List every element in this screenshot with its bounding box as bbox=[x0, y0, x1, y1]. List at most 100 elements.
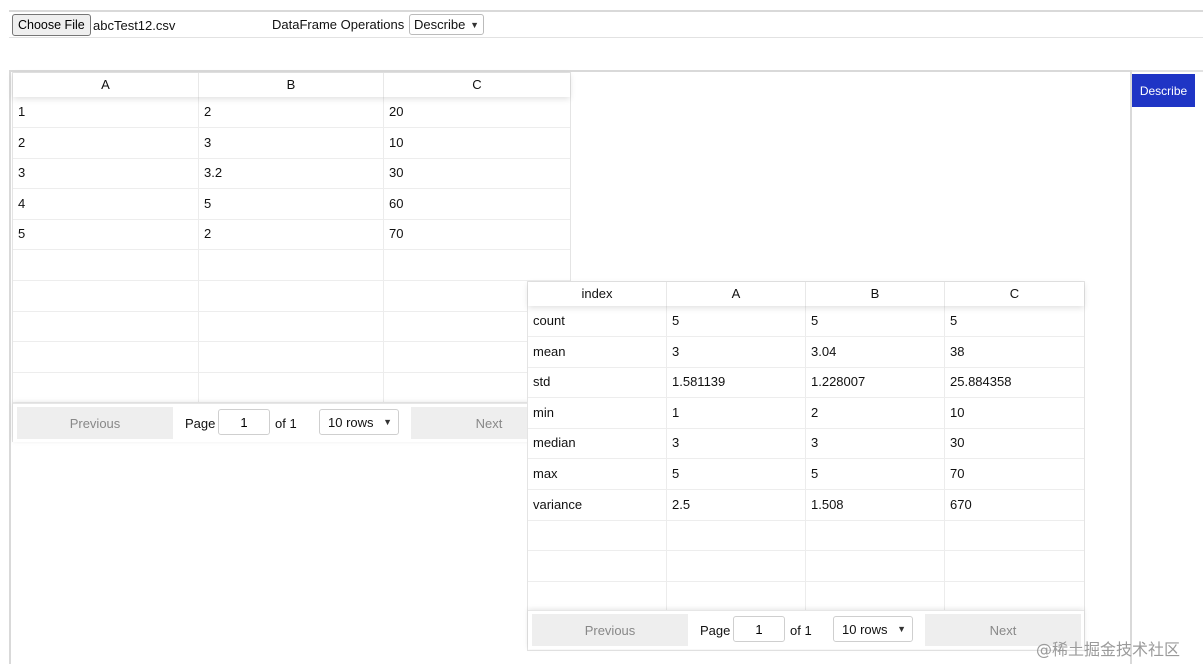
column-header-c[interactable]: C bbox=[384, 73, 570, 97]
table-cell: 38 bbox=[950, 343, 965, 359]
table-cell: mean bbox=[528, 336, 667, 367]
column-header-b[interactable]: B bbox=[199, 73, 384, 97]
table-cell: 3 bbox=[13, 158, 199, 189]
table-cell: 10 bbox=[950, 404, 965, 420]
column-header-a[interactable]: A bbox=[667, 282, 806, 306]
table-cell: 5 bbox=[199, 188, 384, 219]
table-cell: 670 bbox=[950, 496, 972, 512]
table-cell bbox=[13, 311, 199, 342]
table-cell bbox=[806, 581, 945, 612]
column-header-a[interactable]: A bbox=[13, 73, 199, 97]
file-toolbar: Choose File abcTest12.csv DataFrame Oper… bbox=[9, 10, 1203, 38]
table-row: 5 2 70 bbox=[13, 219, 570, 251]
table-row bbox=[13, 341, 570, 373]
previous-button[interactable]: Previous bbox=[532, 614, 688, 646]
table-cell bbox=[384, 250, 570, 280]
table-cell: count bbox=[528, 306, 667, 336]
table-cell bbox=[13, 280, 199, 311]
table-row: max 5 5 70 bbox=[528, 459, 1084, 490]
table-cell bbox=[13, 372, 199, 403]
table-cell: 5 bbox=[806, 306, 945, 336]
table-cell: 3 bbox=[806, 428, 945, 459]
describe-button[interactable]: Describe bbox=[1132, 74, 1195, 107]
rows-per-page-select[interactable]: 10 rows ▼ bbox=[319, 409, 399, 435]
table-row: 3 3.2 30 bbox=[13, 158, 570, 190]
table-cell bbox=[528, 550, 667, 581]
table-row bbox=[528, 581, 1084, 613]
table-cell bbox=[806, 550, 945, 581]
table-cell: 2 bbox=[199, 219, 384, 250]
operation-select-value: Describe bbox=[414, 17, 466, 32]
chevron-down-icon: ▼ bbox=[897, 624, 906, 634]
describe-table: index A B C count 5 5 5 mean 3 3.04 38 std 1.5811… bbox=[527, 281, 1085, 651]
table-cell bbox=[13, 341, 199, 372]
table-cell bbox=[199, 280, 384, 311]
table-header: index A B C bbox=[528, 282, 1084, 306]
table-cell bbox=[528, 520, 667, 551]
table-cell bbox=[199, 311, 384, 342]
page-label: Page bbox=[185, 416, 216, 431]
table-cell: max bbox=[528, 459, 667, 489]
table-cell bbox=[528, 581, 667, 612]
chevron-down-icon: ▼ bbox=[383, 417, 392, 427]
rows-per-page-select[interactable]: 10 rows ▼ bbox=[833, 616, 913, 642]
rows-per-page-value: 10 rows bbox=[328, 414, 374, 430]
table-cell: median bbox=[528, 428, 667, 459]
table-cell bbox=[945, 520, 1084, 550]
table-cell: 2 bbox=[199, 97, 384, 127]
table-row: 1 2 20 bbox=[13, 97, 570, 128]
table-cell: 3.04 bbox=[806, 336, 945, 367]
table-row bbox=[13, 372, 570, 404]
page-number-input[interactable] bbox=[218, 409, 270, 435]
table-cell: 70 bbox=[950, 466, 965, 481]
table-cell bbox=[667, 581, 806, 612]
table-row: 4 5 60 bbox=[13, 188, 570, 220]
table-cell: variance bbox=[528, 489, 667, 520]
table-row: variance 2.5 1.508 670 bbox=[528, 489, 1084, 521]
table-cell: 3 bbox=[199, 127, 384, 158]
choose-file-button[interactable]: Choose File bbox=[12, 14, 91, 36]
table-cell: 70 bbox=[389, 226, 404, 242]
table-cell: 3 bbox=[667, 336, 806, 367]
pagination-bar: Previous Page of 1 10 rows ▼ Next bbox=[528, 610, 1084, 649]
table-cell bbox=[13, 250, 199, 280]
table-cell: 30 bbox=[389, 165, 404, 181]
table-cell: 1.508 bbox=[806, 489, 945, 520]
table-cell: 5 bbox=[667, 306, 806, 336]
table-row bbox=[13, 280, 570, 312]
chevron-down-icon: ▼ bbox=[470, 19, 479, 30]
table-cell bbox=[199, 372, 384, 403]
rows-per-page-value: 10 rows bbox=[842, 621, 888, 637]
operation-select[interactable]: Describe ▼ bbox=[409, 14, 484, 35]
table-row bbox=[13, 311, 570, 343]
table-row bbox=[13, 250, 570, 281]
table-cell bbox=[667, 550, 806, 581]
table-cell: 4 bbox=[13, 188, 199, 219]
watermark: @稀土掘金技术社区 bbox=[1036, 640, 1181, 659]
previous-button[interactable]: Previous bbox=[17, 407, 173, 439]
column-header-b[interactable]: B bbox=[806, 282, 945, 306]
table-cell: 2 bbox=[806, 397, 945, 428]
table-cell: 5 bbox=[950, 313, 958, 328]
table-cell: 5 bbox=[13, 219, 199, 250]
table-cell: 20 bbox=[389, 104, 404, 119]
column-header-index[interactable]: index bbox=[528, 282, 667, 306]
table-row: std 1.581139 1.228007 25.884358 bbox=[528, 367, 1084, 399]
table-cell bbox=[667, 520, 806, 551]
page-number-input[interactable] bbox=[733, 616, 785, 642]
data-table: A B C 1 2 20 2 3 10 3 3.2 30 4 5 60 5 2 70 Previous Pa… bbox=[12, 72, 571, 442]
table-cell: 1.581139 bbox=[667, 367, 806, 398]
page-label: Page bbox=[700, 623, 731, 638]
table-cell bbox=[806, 520, 945, 551]
column-header-c[interactable]: C bbox=[945, 282, 1084, 306]
table-cell: 10 bbox=[389, 134, 404, 150]
table-row: median 3 3 30 bbox=[528, 428, 1084, 460]
table-row bbox=[528, 520, 1084, 552]
operations-label: DataFrame Operations bbox=[272, 17, 405, 32]
table-cell: 2 bbox=[13, 127, 199, 158]
table-cell: 1 bbox=[667, 397, 806, 428]
table-cell: 25.884358 bbox=[950, 374, 1012, 390]
table-header: A B C bbox=[13, 73, 570, 97]
table-cell: 5 bbox=[667, 459, 806, 489]
table-cell bbox=[945, 551, 1084, 581]
